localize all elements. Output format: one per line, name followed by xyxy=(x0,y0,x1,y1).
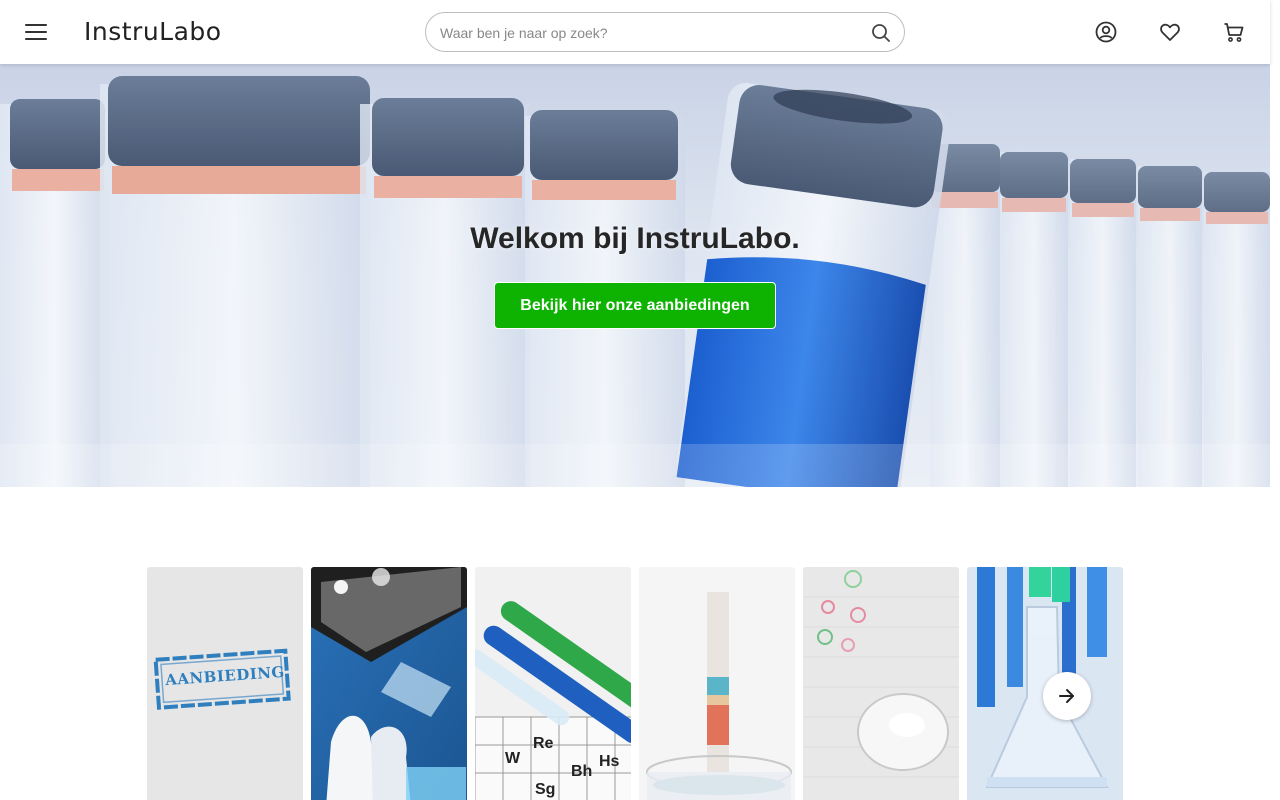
carousel-tile-chromatography[interactable] xyxy=(639,567,795,800)
carousel-tile-gloves[interactable] xyxy=(311,567,467,800)
element-label-sg: Sg xyxy=(535,781,556,798)
element-label-w: W xyxy=(505,750,521,767)
search-bar xyxy=(425,12,905,52)
account-icon[interactable] xyxy=(1094,20,1118,44)
offers-cta-button[interactable]: Bekijk hier onze aanbiedingen xyxy=(494,282,776,329)
hero-title: Welkom bij InstruLabo. xyxy=(470,222,800,255)
arrow-right-icon xyxy=(1059,689,1074,703)
category-carousel: AANBIEDING W Re Sg Bh Hs xyxy=(147,567,1123,800)
carousel-tile-petri-dishes[interactable] xyxy=(803,567,959,800)
cart-icon[interactable] xyxy=(1222,20,1246,44)
carousel-next-button[interactable] xyxy=(1043,672,1091,720)
search-input[interactable] xyxy=(440,22,860,44)
hero-banner: Welkom bij InstruLabo. Bekijk hier onze … xyxy=(0,64,1270,487)
element-label-re: Re xyxy=(533,735,554,752)
carousel-tile-aanbieding[interactable]: AANBIEDING xyxy=(147,567,303,800)
search-icon[interactable] xyxy=(870,22,892,44)
hero-background-image xyxy=(0,76,1270,487)
element-label-hs: Hs xyxy=(599,753,620,770)
carousel-tile-test-tubes[interactable]: W Re Sg Bh Hs xyxy=(475,567,631,800)
heart-icon[interactable] xyxy=(1158,20,1182,44)
site-header: InstruLabo xyxy=(0,0,1270,64)
site-logo[interactable]: InstruLabo xyxy=(84,17,222,46)
menu-icon[interactable] xyxy=(22,18,50,46)
element-label-bh: Bh xyxy=(571,763,593,780)
